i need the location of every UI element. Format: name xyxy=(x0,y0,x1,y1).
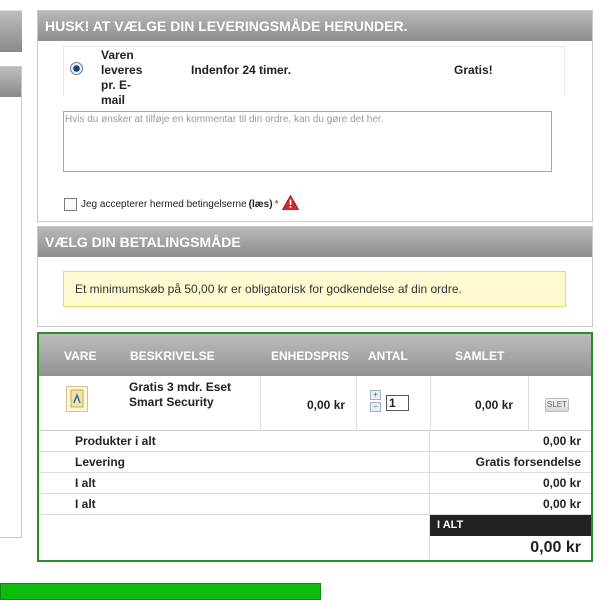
quantity-stepper[interactable]: + − xyxy=(370,390,382,412)
green-progress-bar[interactable] xyxy=(0,583,321,600)
payment-panel: VÆLG DIN BETALINGSMÅDE Et minimumskøb på… xyxy=(37,226,593,327)
order-comment-field[interactable]: Hvis du ønsker at tilføje en kommentar t… xyxy=(63,111,552,172)
minimum-purchase-notice: Et minimumskøb på 50,00 kr er obligatori… xyxy=(63,271,566,307)
col-samlet: SAMLET xyxy=(455,349,505,363)
quantity-input[interactable]: 1 xyxy=(386,395,409,411)
cart-header: VARE BESKRIVELSE ENHEDSPRIS ANTAL SAMLET xyxy=(39,334,591,376)
summary-row: Levering Gratis forsendelse xyxy=(39,452,591,473)
summary-value: 0,00 kr xyxy=(542,476,581,490)
summary-row: I alt 0,00 kr xyxy=(39,494,591,515)
increase-quantity-icon[interactable]: + xyxy=(370,390,381,400)
shipping-radio[interactable] xyxy=(70,62,83,75)
shipping-option[interactable]: Varen leveres pr. E-mail Indenfor 24 tim… xyxy=(63,46,565,107)
shipping-price: Gratis! xyxy=(454,63,493,77)
summary-label: Levering xyxy=(75,455,126,469)
required-marker: * xyxy=(274,198,279,210)
col-enhedspris: ENHEDSPRIS xyxy=(271,349,350,363)
terms-label: Jeg accepterer hermed betingelserne xyxy=(81,198,247,210)
summary-value: Gratis forsendelse xyxy=(475,455,581,469)
product-icon[interactable] xyxy=(66,386,88,412)
summary-value: 0,00 kr xyxy=(542,497,581,511)
col-vare: VARE xyxy=(64,349,97,363)
cart-item-row: Gratis 3 mdr. Eset Smart Security 0,00 k… xyxy=(39,376,591,431)
delete-button[interactable]: SLET xyxy=(545,398,569,412)
grand-total-value: 0,00 kr xyxy=(530,539,581,556)
cart-panel: VARE BESKRIVELSE ENHEDSPRIS ANTAL SAMLET… xyxy=(37,332,593,562)
delivery-panel: HUSK! AT VÆLGE DIN LEVERINGSMÅDE HERUNDE… xyxy=(37,10,593,222)
terms-link[interactable]: (læs) xyxy=(249,199,273,210)
left-column-panel xyxy=(0,66,22,538)
shipping-name: Varen leveres pr. E-mail xyxy=(101,48,143,107)
summary-label: I alt xyxy=(75,497,96,511)
terms-row: Jeg accepterer hermed betingelserne (læs… xyxy=(64,194,300,213)
summary-row: Produkter i alt 0,00 kr xyxy=(39,431,591,452)
col-antal: ANTAL xyxy=(368,349,408,363)
payment-title: VÆLG DIN BETALINGSMÅDE xyxy=(38,227,592,257)
col-beskrivelse: BESKRIVELSE xyxy=(130,349,215,363)
summary-value: 0,00 kr xyxy=(542,434,581,448)
shipping-time: Indenfor 24 timer. xyxy=(191,63,292,77)
line-total: 0,00 kr xyxy=(475,398,514,412)
terms-checkbox[interactable] xyxy=(64,197,77,211)
summary-row: I alt 0,00 kr xyxy=(39,473,591,494)
grand-total-label: I ALT xyxy=(430,515,591,536)
delivery-title: HUSK! AT VÆLGE DIN LEVERINGSMÅDE HERUNDE… xyxy=(38,11,592,41)
unit-price: 0,00 kr xyxy=(307,398,346,412)
product-description[interactable]: Gratis 3 mdr. Eset Smart Security xyxy=(129,380,249,410)
summary-label: Produkter i alt xyxy=(75,434,156,448)
grand-total-box: I ALT 0,00 kr xyxy=(430,515,591,560)
summary-label: I alt xyxy=(75,476,96,490)
warning-icon xyxy=(282,194,300,213)
decrease-quantity-icon[interactable]: − xyxy=(370,402,381,412)
left-column-header xyxy=(0,10,22,52)
